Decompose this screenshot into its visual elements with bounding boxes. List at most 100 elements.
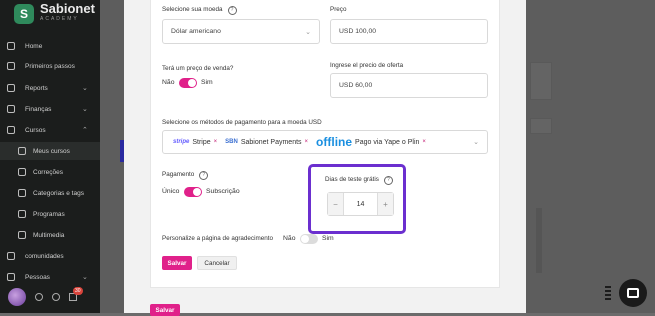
people-icon	[7, 273, 15, 281]
sabionet-logo-icon: SBN	[225, 139, 238, 145]
chevron-down-icon: ⌄	[305, 28, 311, 36]
help-icon[interactable]: ?	[199, 171, 209, 180]
bell-icon[interactable]: 30	[69, 287, 83, 301]
price-value: USD 100,00	[339, 28, 377, 35]
settings-icon[interactable]	[35, 293, 43, 301]
location-icon[interactable]	[52, 293, 60, 301]
media-icon	[18, 231, 26, 239]
sidebar-item-label: Finanças	[25, 105, 52, 113]
home-icon	[7, 42, 15, 50]
sidebar-item-categorias-e-tags[interactable]: Categorias e tags	[0, 184, 100, 202]
chevron-down-icon: ⌄	[473, 139, 479, 146]
price-input[interactable]: USD 100,00	[330, 19, 488, 44]
method-offline[interactable]: offline Pago via Yape o Plin ×	[316, 135, 426, 149]
brand[interactable]: S Sabionet ACADEMY	[14, 1, 95, 24]
sale-yes-label: Sim	[201, 79, 213, 86]
chat-button[interactable]	[619, 279, 647, 307]
sidebar-item-home[interactable]: Home	[0, 37, 100, 55]
decrement-button[interactable]: −	[328, 193, 343, 215]
payment-type-toggle[interactable]	[184, 187, 202, 197]
trial-days-value[interactable]: 14	[343, 193, 378, 215]
payment-methods-select[interactable]: stripe Stripe × SBN Sabionet Payments × offl…	[162, 130, 488, 154]
sidebar-item-finan-as[interactable]: Finanças ⌄	[0, 100, 100, 118]
reports-icon	[7, 84, 15, 92]
cancel-button[interactable]: Cancelar	[197, 256, 237, 270]
sidebar: S Sabionet ACADEMY Home Primeiros passos R…	[0, 0, 100, 313]
bg-scrollbar	[536, 208, 542, 273]
chevron-down-icon: ⌄	[82, 85, 88, 92]
currency-value: Dólar americano	[171, 28, 221, 35]
sidebar-item-label: Home	[25, 42, 43, 50]
thankyou-yes-label: Sim	[322, 235, 334, 242]
sidebar-item-label: Meus cursos	[33, 147, 70, 155]
sidebar-item-label: Pessoas	[25, 273, 50, 281]
payment-methods-label: Selecione os métodos de pagamento para a…	[162, 119, 322, 126]
chevron-down-icon: ⌄	[82, 106, 88, 113]
remove-icon[interactable]: ×	[305, 139, 309, 145]
my-courses-icon	[18, 147, 26, 155]
sidebar-item-meus-cursos[interactable]: Meus cursos	[0, 142, 100, 160]
trial-label: Dias de teste grátis?	[325, 176, 393, 185]
notification-badge: 30	[73, 287, 83, 295]
increment-button[interactable]: +	[378, 193, 393, 215]
sidebar-item-multimedia[interactable]: Multimedia	[0, 226, 100, 244]
sidebar-item-label: Correções	[33, 168, 63, 176]
chat-icon	[627, 288, 639, 298]
save-button[interactable]: Salvar	[162, 256, 192, 270]
avatar[interactable]	[8, 288, 26, 306]
sidebar-item-label: Reports	[25, 84, 48, 92]
method-stripe[interactable]: stripe Stripe ×	[173, 139, 217, 146]
remove-icon[interactable]: ×	[422, 139, 426, 145]
offer-value: USD 60,00	[339, 82, 373, 89]
save-bottom-button[interactable]: Salvar	[150, 304, 180, 316]
thankyou-toggle[interactable]	[300, 234, 318, 244]
sale-no-label: Não	[162, 79, 175, 86]
trial-days-stepper[interactable]: − 14 +	[327, 192, 394, 216]
tags-icon	[18, 189, 26, 197]
sale-price-toggle[interactable]	[179, 78, 197, 88]
sidebar-item-label: Cursos	[25, 126, 46, 134]
remove-icon[interactable]: ×	[214, 139, 218, 145]
brand-logo-icon: S	[14, 4, 34, 24]
chevron-up-icon: ⌃	[82, 127, 88, 134]
drag-handle-icon[interactable]	[605, 286, 611, 300]
thankyou-label: Personalize a página de agradecimento	[162, 235, 273, 242]
chevron-down-icon: ⌄	[82, 274, 88, 281]
sidebar-item-comunidades[interactable]: comunidades	[0, 247, 100, 265]
sidebar-item-programas[interactable]: Programas	[0, 205, 100, 223]
price-label: Preço	[330, 6, 347, 13]
offer-price-input[interactable]: USD 60,00	[330, 73, 488, 98]
brand-name: Sabionet	[40, 1, 95, 16]
payment-single-label: Único	[162, 188, 180, 195]
help-icon[interactable]: ?	[383, 176, 393, 185]
sidebar-item-label: comunidades	[25, 252, 64, 260]
sidebar-item-label: Multimedia	[33, 231, 65, 239]
bg-fragment	[530, 62, 552, 100]
currency-label: Selecione sua moeda?	[162, 6, 237, 15]
offer-label: Ingrese el precio de oferta	[330, 62, 404, 69]
help-icon[interactable]: ?	[227, 6, 237, 15]
rocket-icon	[7, 62, 15, 70]
trial-days-box: Dias de teste grátis? − 14 +	[308, 164, 406, 234]
sale-price-label: Terá um preço de venda?	[162, 65, 234, 72]
offline-logo-icon: offline	[316, 135, 353, 149]
programs-icon	[18, 210, 26, 218]
courses-icon	[7, 126, 15, 134]
sidebar-item-corre-es[interactable]: Correções	[0, 163, 100, 181]
bg-fragment	[530, 118, 552, 134]
sidebar-item-label: Categorias e tags	[33, 189, 84, 197]
method-sabionet-payments[interactable]: SBN Sabionet Payments ×	[225, 139, 308, 146]
corrections-icon	[18, 168, 26, 176]
sidebar-item-label: Programas	[33, 210, 65, 218]
stripe-logo-icon: stripe	[173, 139, 190, 145]
community-icon	[7, 252, 15, 260]
payment-subscription-label: Subscrição	[206, 188, 240, 195]
finance-icon	[7, 105, 15, 113]
currency-select[interactable]: Dólar americano ⌄	[162, 19, 320, 44]
payment-label: Pagamento?	[162, 171, 209, 180]
sidebar-item-primeiros-passos[interactable]: Primeiros passos	[0, 57, 100, 75]
thankyou-no-label: Não	[283, 235, 296, 242]
sidebar-item-cursos[interactable]: Cursos ⌃	[0, 121, 100, 139]
sidebar-item-reports[interactable]: Reports ⌄	[0, 79, 100, 97]
sidebar-item-pessoas[interactable]: Pessoas ⌄	[0, 268, 100, 286]
